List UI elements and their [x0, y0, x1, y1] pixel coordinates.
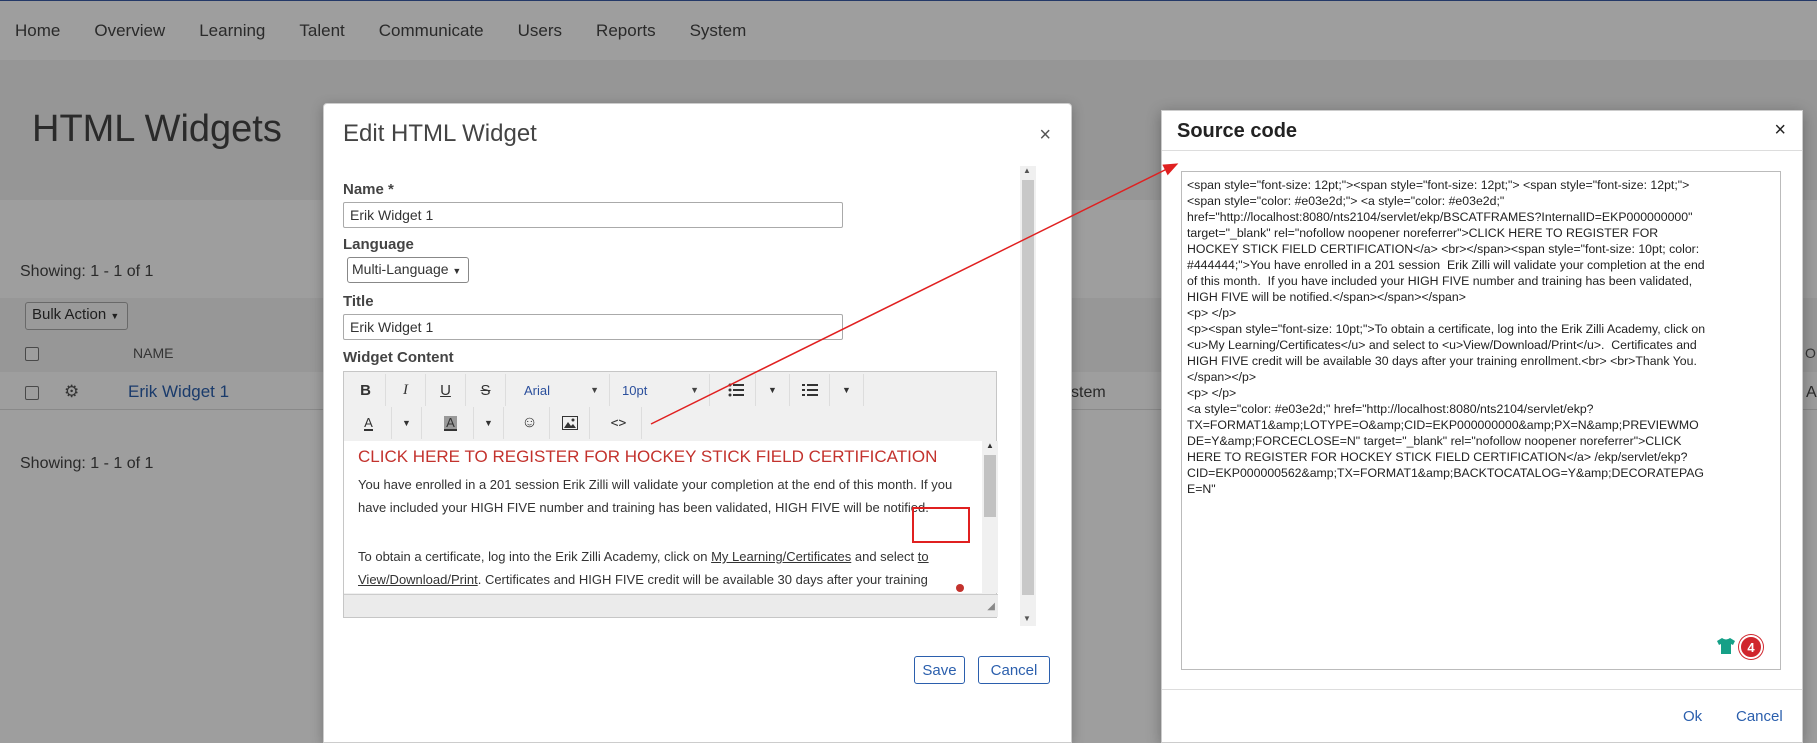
source-code-text: <span style="font-size: 12pt;"><span sty… [1187, 178, 1706, 496]
source-code-button[interactable]: <> [596, 407, 642, 439]
save-button[interactable]: Save [914, 656, 965, 684]
dialog-title: Source code [1177, 120, 1298, 142]
register-link[interactable]: CLICK HERE TO REGISTER FOR HOCKEY STICK … [358, 447, 968, 467]
editor-statusbar: ◢ [344, 594, 998, 617]
language-select[interactable]: Multi-Language ▼ [347, 257, 469, 283]
dialog-footer-divider [1162, 689, 1802, 690]
text-color-icon: A [364, 414, 373, 431]
edit-html-widget-dialog: Edit HTML Widget × Name * Erik Widget 1 … [323, 103, 1072, 743]
chevron-down-icon: ▼ [452, 266, 462, 276]
certificate-text-1: To obtain a certificate, log into the Er… [358, 549, 712, 564]
language-label: Language [343, 236, 414, 253]
chevron-down-icon: ▼ [484, 418, 493, 428]
chevron-down-icon: ▼ [842, 385, 851, 395]
font-family-value: Arial [524, 382, 551, 398]
dialog-scroll-thumb[interactable] [1022, 180, 1034, 595]
shirt-icon[interactable] [1715, 637, 1737, 659]
dialog-scrollbar[interactable]: ▲ ▼ [1020, 166, 1036, 626]
toolbar-row-2: A ▼ A ▼ ☺ <> [346, 407, 642, 439]
background-color-options[interactable]: ▼ [474, 407, 504, 439]
chevron-down-icon: ▼ [768, 385, 777, 395]
scroll-up-icon: ▲ [1023, 166, 1031, 175]
numbered-list-icon [801, 384, 818, 396]
scroll-down-icon: ▼ [1023, 614, 1031, 623]
editor-scroll-thumb[interactable] [984, 455, 996, 517]
scroll-up-icon: ▲ [986, 441, 994, 450]
bullet-list-options[interactable]: ▼ [756, 374, 790, 406]
certificate-text-2: and select [851, 549, 918, 564]
shirt-icon-shape [1717, 638, 1735, 654]
my-learning-text: My Learning/Certificates [711, 549, 852, 564]
editor-content-area[interactable]: CLICK HERE TO REGISTER FOR HOCKEY STICK … [344, 441, 982, 593]
numbered-list-button[interactable] [790, 374, 830, 406]
emoticon-button[interactable]: ☺ [510, 407, 550, 439]
underline-button[interactable]: U [426, 374, 466, 406]
rich-text-editor: B I U S Arial ▼ 10pt ▼ ▼ ▼ A ▼ A ▼ ☺ <> [343, 371, 998, 618]
bullet-list-button[interactable] [716, 374, 756, 406]
dialog-header: Source code × [1162, 111, 1802, 151]
font-size-value: 10pt [622, 382, 648, 398]
title-field[interactable]: Erik Widget 1 [343, 314, 843, 340]
ok-button[interactable]: Ok [1683, 708, 1702, 725]
language-value: Multi-Language [352, 261, 449, 277]
numbered-list-options[interactable]: ▼ [830, 374, 864, 406]
chevron-down-icon: ▼ [402, 418, 411, 428]
cancel-button[interactable]: Cancel [1736, 708, 1783, 725]
text-color-button[interactable]: A [346, 407, 392, 439]
font-size-dropdown[interactable]: 10pt ▼ [610, 374, 710, 406]
image-icon [561, 416, 578, 430]
cancel-button[interactable]: Cancel [978, 656, 1050, 684]
chevron-down-icon: ▼ [590, 385, 599, 395]
bold-button[interactable]: B [346, 374, 386, 406]
dialog-title: Edit HTML Widget [343, 120, 537, 147]
font-family-dropdown[interactable]: Arial ▼ [512, 374, 610, 406]
insert-image-button[interactable] [550, 407, 590, 439]
title-label: Title [343, 293, 374, 310]
toolbar-row-1: B I U S Arial ▼ 10pt ▼ ▼ ▼ [346, 374, 864, 406]
strikethrough-button[interactable]: S [466, 374, 506, 406]
name-label: Name * [343, 181, 394, 198]
bullet-list-icon [728, 383, 744, 397]
source-code-dialog: Source code × <span style="font-size: 12… [1161, 110, 1803, 743]
background-color-button[interactable]: A [428, 407, 474, 439]
editor-scrollbar[interactable]: ▲ [982, 441, 998, 593]
spellcheck-indicator [956, 584, 964, 592]
source-code-highlight [912, 507, 970, 543]
close-icon[interactable]: × [1039, 124, 1051, 147]
background-color-icon: A [444, 414, 457, 431]
smiley-icon: ☺ [521, 414, 538, 431]
source-code-textarea[interactable]: <span style="font-size: 12pt;"><span sty… [1181, 171, 1781, 670]
close-icon[interactable]: × [1774, 119, 1786, 142]
code-icon: <> [610, 415, 627, 431]
text-color-options[interactable]: ▼ [392, 407, 422, 439]
widget-content-label: Widget Content [343, 349, 454, 366]
resize-handle-icon[interactable]: ◢ [987, 601, 995, 612]
italic-button[interactable]: I [386, 374, 426, 406]
chevron-down-icon: ▼ [690, 385, 699, 395]
notification-badge[interactable]: 4 [1739, 635, 1763, 659]
name-field[interactable]: Erik Widget 1 [343, 202, 843, 228]
enrollment-paragraph: You have enrolled in a 201 session Erik … [358, 477, 953, 515]
certificate-paragraph: To obtain a certificate, log into the Er… [358, 545, 968, 593]
